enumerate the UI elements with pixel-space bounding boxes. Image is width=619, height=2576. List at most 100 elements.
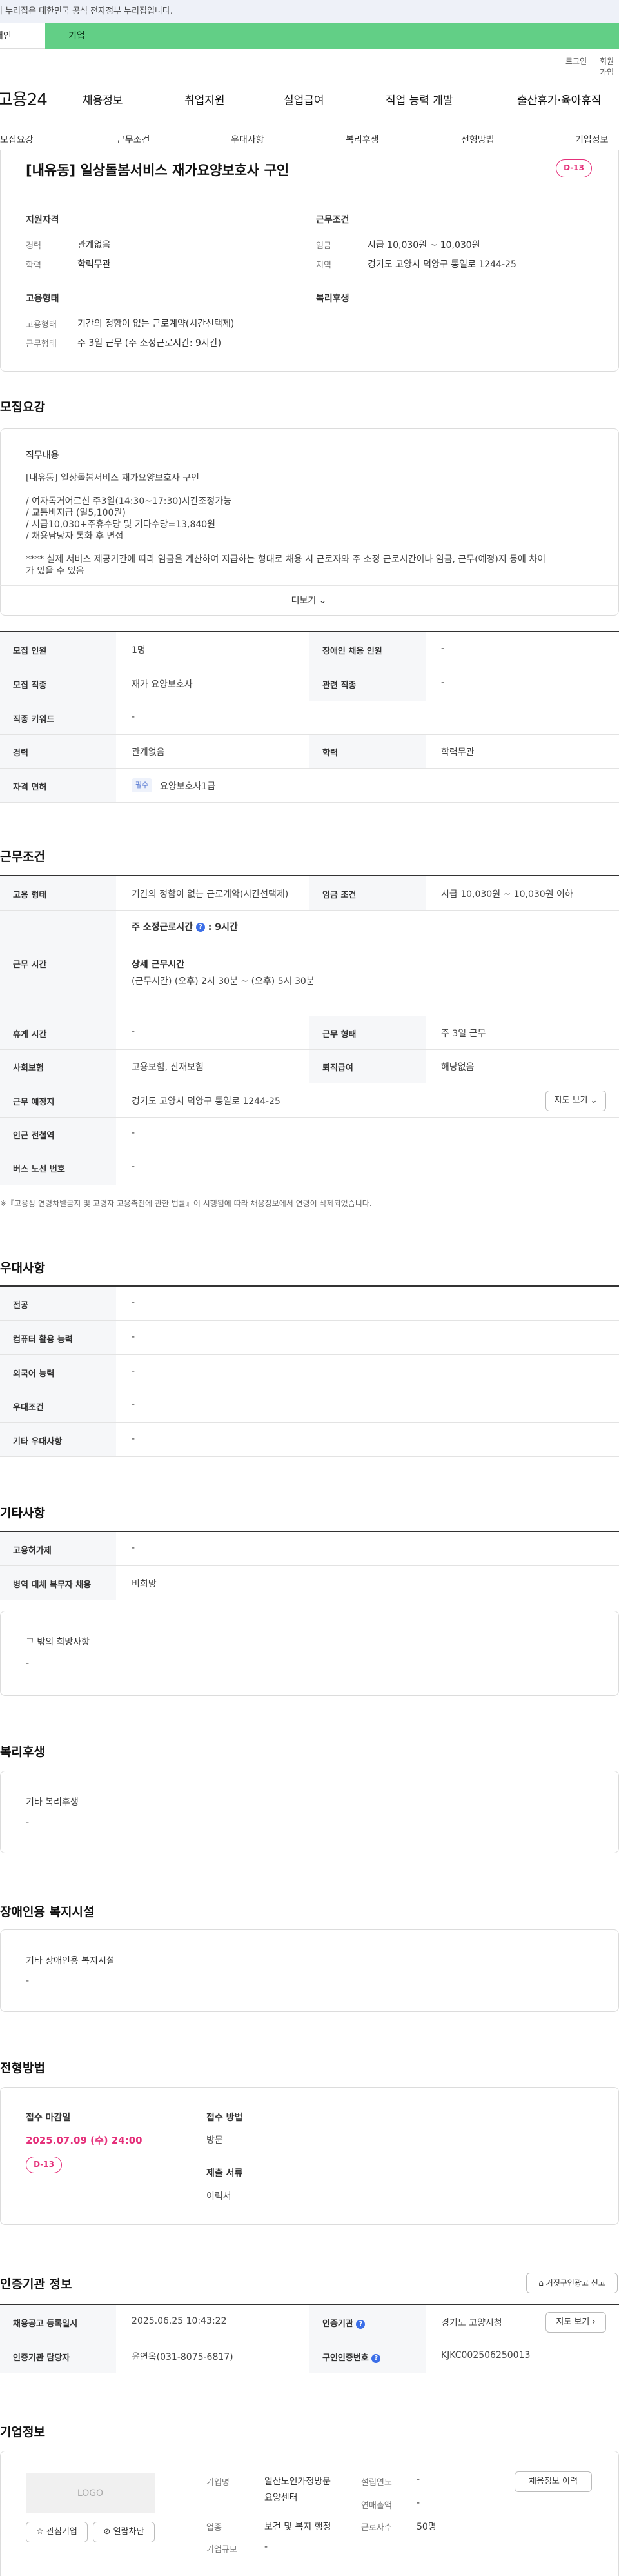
preference-condition-value: -	[132, 1400, 135, 1410]
tab-person[interactable]: 개인	[0, 23, 45, 49]
job-keyword-label: 직종 키워드	[13, 715, 55, 725]
disabled-facility-box	[0, 1929, 619, 2012]
industry-value: 보건 및 복지 행정	[264, 2522, 331, 2532]
location-value: 경기도 고양시 덕양구 통일로 1244-25	[132, 1096, 280, 1107]
agency-map-button[interactable]: 지도 보기 ›	[545, 2312, 606, 2333]
table-header-column	[310, 2305, 426, 2373]
duty-line: / 여자독거어르신 주3일(14:30~17:30)시간조정가능	[26, 496, 232, 507]
deadline-value: 2025.07.09 (수) 24:00	[26, 2135, 142, 2146]
company-name-label: 기업명	[206, 2478, 230, 2488]
welfare-box	[0, 1771, 619, 1853]
gnb-jobs[interactable]: 채용정보	[83, 91, 123, 107]
disabled-hire-value: -	[441, 643, 445, 654]
work-type-label: 근무형태	[26, 339, 57, 349]
gnb-employment-support[interactable]: 취업지원	[184, 91, 225, 107]
gnb-unemployment-benefit[interactable]: 실업급여	[284, 91, 324, 107]
tab-company[interactable]: 기업	[45, 23, 619, 49]
subtab-recruit[interactable]: 모집요강	[0, 133, 34, 146]
subtab-conditions[interactable]: 근무조건	[117, 133, 150, 146]
founded-label: 설립연도	[361, 2478, 392, 2488]
interest-company-button[interactable]: ☆ 관심기업	[26, 2522, 88, 2542]
disabled-facility-value: -	[26, 1976, 30, 1986]
login-link[interactable]: 로그인	[565, 55, 587, 66]
user-type-tabs: 개인 기업	[0, 23, 619, 49]
founded-value: -	[417, 2475, 420, 2485]
subtab-preference[interactable]: 우대사항	[231, 133, 264, 146]
more-button[interactable]: 더보기 ⌄	[0, 585, 618, 615]
join-link[interactable]: 회원가입	[600, 55, 619, 77]
other-preference-label: 기타 우대사항	[13, 1437, 63, 1447]
gnb-vocational-training[interactable]: 직업 능력 개발	[386, 91, 453, 107]
site-logo[interactable]: 고용24	[0, 86, 48, 110]
table-row-divider	[0, 734, 619, 735]
duty-line: / 채용담당자 통화 후 면접	[26, 531, 124, 541]
job-title: [내유동] 일상돌봄서비스 재가요양보호사 구인	[26, 163, 290, 178]
severance-label: 퇴직급여	[322, 1063, 353, 1073]
duty-line: **** 실제 서비스 제공기간에 따라 임금을 계산하여 지급하는 형태로 채…	[26, 554, 546, 565]
company-size-value: -	[264, 2542, 268, 2552]
recruit-section-title: 모집요강	[0, 400, 45, 414]
job-no-value: KJKC002506250013	[441, 2350, 531, 2360]
age-notice: ※『고용상 연령차별금지 및 고령자 고용촉진에 관한 법률』이 시행됨에 따라…	[0, 1199, 372, 1208]
company-box	[0, 2451, 619, 2576]
gov-banner: 이 누리집은 대한민국 공식 전자정부 누리집입니다.	[0, 0, 619, 23]
company-logo: LOGO	[26, 2473, 155, 2513]
table-row-divider	[0, 1354, 619, 1355]
experience-value: 관계없음	[77, 240, 111, 250]
wage-condition-label: 임금 조건	[322, 891, 357, 900]
qualification-heading: 지원자격	[26, 215, 59, 225]
major-label: 전공	[13, 1301, 28, 1311]
agency-label: 인증기관 ?	[322, 2317, 366, 2329]
info-icon[interactable]: ?	[356, 2319, 366, 2329]
disabled-facility-section-title: 장애인용 복지시설	[0, 1905, 95, 1919]
info-icon[interactable]: ?	[371, 2353, 381, 2363]
conditions-section-title: 근무조건	[0, 850, 45, 864]
agency-value: 경기도 고양시청	[441, 2318, 502, 2328]
block-icon: ⊘	[103, 2527, 111, 2537]
career-value: 관계없음	[132, 747, 165, 758]
info-icon[interactable]: ?	[195, 923, 205, 932]
manager-value: 윤연옥(031-8075-6817)	[132, 2352, 233, 2362]
job-type-value: 재가 요양보호사	[132, 679, 193, 690]
table-header-column	[0, 2305, 116, 2373]
recruit-count-value: 1명	[132, 645, 146, 656]
table-row-divider	[0, 1422, 619, 1423]
chevron-down-icon: ⌄	[319, 596, 327, 606]
method-value: 방문	[206, 2135, 223, 2146]
emp-type-label: 고용 형태	[13, 891, 47, 900]
detail-hours-heading: 상세 근무시간	[132, 960, 185, 970]
welfare-section-title: 복리후생	[0, 1745, 45, 1759]
chevron-down-icon: ⌄	[590, 1096, 598, 1105]
subtab-selection[interactable]: 전형방법	[461, 133, 495, 146]
preference-section-title: 우대사항	[0, 1261, 45, 1275]
work-permit-label: 고용허가제	[13, 1546, 52, 1556]
employment-type-label: 고용형태	[26, 320, 57, 330]
agency-section-title: 인증기관 정보	[0, 2277, 72, 2291]
education-value: 학력무관	[77, 259, 111, 270]
subtab-company[interactable]: 기업정보	[575, 133, 609, 146]
deadline-label: 접수 마감일	[26, 2113, 71, 2123]
reg-date-value: 2025.06.25 10:43:22	[132, 2316, 227, 2326]
company-name-value: 요양센터	[264, 2493, 298, 2503]
emp-type-value: 기간의 정함이 없는 근로계약(시간선택제)	[132, 889, 289, 900]
report-button[interactable]: ⌂ 거짓구인광고 신고	[526, 2273, 618, 2293]
work-type-value: 주 3일 근무 (주 소정근로시간: 9시간)	[77, 338, 222, 348]
military-label: 병역 대체 복무자 채용	[13, 1580, 92, 1590]
experience-label: 경력	[26, 241, 41, 251]
wage-condition-value: 시급 10,030원 ~ 10,030원 이하	[441, 889, 573, 900]
license-label: 자격 면허	[13, 783, 47, 792]
map-button[interactable]: 지도 보기 ⌄	[545, 1091, 606, 1111]
license-value: 요양보호사1급	[160, 781, 216, 792]
bus-value: -	[132, 1162, 135, 1172]
welfare-heading: 복리후생	[316, 294, 349, 304]
break-label: 휴게 시간	[13, 1030, 47, 1040]
manager-label: 인증기관 담당자	[13, 2353, 70, 2363]
job-history-button[interactable]: 채용정보 이력	[515, 2471, 592, 2492]
block-company-button[interactable]: ⊘ 열람차단	[93, 2522, 155, 2542]
work-form-value: 주 3일 근무	[441, 1029, 486, 1039]
subtab-welfare[interactable]: 복리후생	[346, 133, 379, 146]
employees-label: 근로자수	[361, 2523, 392, 2533]
sales-value: -	[417, 2498, 420, 2508]
gnb-parental-leave[interactable]: 출산휴가·육아휴직	[517, 91, 602, 107]
language-value: -	[132, 1366, 135, 1376]
